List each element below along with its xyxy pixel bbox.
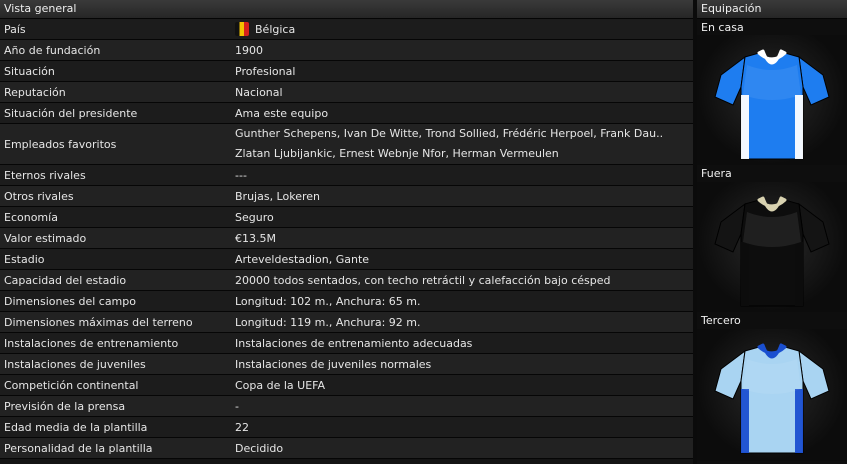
right-side-panel — [795, 242, 803, 306]
row-label: Edad media de la plantilla — [4, 420, 148, 434]
row-label: Capacidad del estadio — [4, 273, 127, 287]
row-value: €13.5M — [235, 231, 276, 245]
home-kit[interactable] — [697, 35, 847, 165]
row-value: Profesional — [235, 64, 296, 78]
overview-row: Competición continental Copa de la UEFA — [0, 375, 693, 396]
overview-row: Situación del presidente Ama este equipo — [0, 103, 693, 124]
right-side-panel — [795, 389, 803, 453]
left-side-panel — [741, 242, 749, 306]
row-value[interactable]: Brujas, Lokeren — [231, 190, 693, 203]
overview-row: Dimensiones del campo Longitud: 102 m., A… — [0, 291, 693, 312]
row-label: Personalidad de la plantilla — [4, 441, 153, 455]
overview-row: Instalaciones de entrenamiento Instalacio… — [0, 333, 693, 354]
third-shirt-icon — [714, 343, 830, 454]
overview-row: Edad media de la plantilla 22 — [0, 417, 693, 438]
overview-row: Capacidad del estadio 20000 todos sentado… — [0, 270, 693, 291]
row-label: Situación del presidente — [4, 106, 138, 120]
overview-row: Economía Seguro — [0, 207, 693, 228]
row-label: País — [4, 22, 26, 36]
row-value: 1900 — [235, 43, 263, 57]
row-value: Ama este equipo — [235, 106, 329, 120]
row-label: Situación — [4, 64, 55, 78]
row-label: Instalaciones de juveniles — [4, 357, 146, 371]
row-label: Dimensiones del campo — [4, 294, 136, 308]
away-kit-label: Fuera — [701, 167, 732, 180]
third-kit[interactable] — [697, 329, 847, 461]
row-value: Nacional — [235, 85, 283, 99]
row-value: Decidido — [235, 441, 284, 455]
overview-row: Situación Profesional — [0, 61, 693, 82]
overview-row: Reputación Nacional — [0, 82, 693, 103]
belgium-flag-icon — [235, 22, 249, 36]
kits-header: Equipación — [697, 0, 847, 19]
row-value[interactable]: Bélgica — [231, 22, 693, 36]
overview-row: Otros rivales Brujas, Lokeren — [0, 186, 693, 207]
overview-row: Dimensiones máximas del terreno Longitud:… — [0, 312, 693, 333]
left-side-panel — [741, 95, 749, 159]
overview-row: Instalaciones de juveniles Instalaciones … — [0, 354, 693, 375]
row-label: Competición continental — [4, 378, 139, 392]
row-value: Gunther Schepens, Ivan De Witte, Trond S… — [231, 124, 693, 164]
shirt-highlight — [743, 65, 801, 100]
row-value: Instalaciones de juveniles normales — [235, 357, 432, 371]
row-value: 20000 todos sentados, con techo retrácti… — [235, 273, 611, 287]
home-kit-label: En casa — [701, 21, 744, 34]
country-name[interactable]: Bélgica — [255, 23, 295, 36]
overview-row: Estadio Arteveldestadion, Gante — [0, 249, 693, 270]
row-value: 22 — [235, 420, 249, 434]
row-label: Dimensiones máximas del terreno — [4, 315, 193, 329]
row-value: Longitud: 119 m., Anchura: 92 m. — [235, 315, 421, 329]
away-shirt-icon — [714, 196, 830, 307]
row-value: Longitud: 102 m., Anchura: 65 m. — [235, 294, 421, 308]
row-value[interactable]: Arteveldestadion, Gante — [231, 253, 693, 266]
away-kit[interactable] — [697, 182, 847, 312]
overview-panel: Vista general País Bélgica Año de fundació… — [0, 0, 693, 464]
overview-row: Empleados favoritos Gunther Schepens, Iva… — [0, 124, 693, 165]
row-label: Año de fundación — [4, 43, 101, 57]
overview-row: Personalidad de la plantilla Decidido — [0, 438, 693, 459]
row-value: Instalaciones de entrenamiento adecuadas — [235, 336, 473, 350]
row-value: - — [235, 399, 239, 413]
overview-rows: País Bélgica Año de fundación 1900 Situación… — [0, 19, 693, 459]
shirt-highlight — [743, 359, 801, 394]
third-kit-label: Tercero — [701, 314, 741, 327]
favoured-staff-line-2[interactable]: Zlatan Ljubijankic, Ernest Webnje Nfor, … — [235, 144, 693, 164]
row-label: Otros rivales — [4, 189, 74, 203]
row-label: Valor estimado — [4, 231, 87, 245]
row-label: Economía — [4, 210, 58, 224]
shirt-highlight — [743, 212, 801, 247]
overview-row: Eternos rivales --- — [0, 165, 693, 186]
row-value: Seguro — [235, 210, 274, 224]
favoured-staff-line-1[interactable]: Gunther Schepens, Ivan De Witte, Trond S… — [235, 124, 693, 144]
overview-row: Valor estimado €13.5M — [0, 228, 693, 249]
row-label: Reputación — [4, 85, 66, 99]
left-side-panel — [741, 389, 749, 453]
home-shirt-icon — [714, 49, 830, 160]
row-label: Instalaciones de entrenamiento — [4, 336, 179, 350]
kits-panel: Equipación En casa Fuera Tercero — [697, 0, 847, 464]
overview-header: Vista general — [0, 0, 693, 19]
right-side-panel — [795, 95, 803, 159]
row-value[interactable]: Copa de la UEFA — [231, 379, 693, 392]
row-label: Eternos rivales — [4, 168, 86, 182]
overview-row: Previsión de la prensa - — [0, 396, 693, 417]
row-label: Empleados favoritos — [4, 137, 117, 151]
overview-row: País Bélgica — [0, 19, 693, 40]
row-label: Estadio — [4, 252, 45, 266]
row-label: Previsión de la prensa — [4, 399, 126, 413]
row-value: --- — [235, 168, 247, 182]
overview-row: Año de fundación 1900 — [0, 40, 693, 61]
